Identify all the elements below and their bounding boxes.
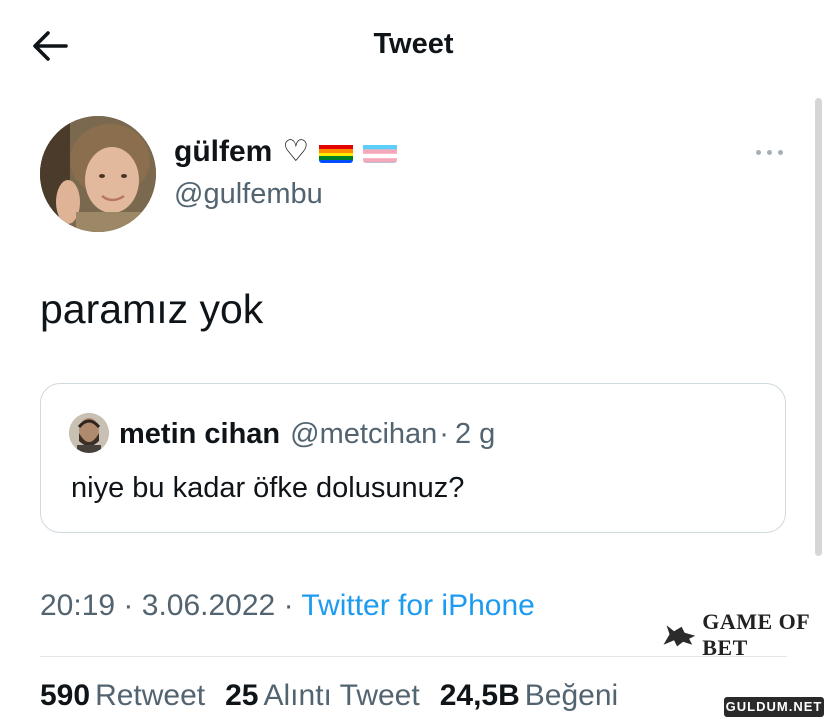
game-of-bet-watermark: GAME OF BET bbox=[662, 609, 822, 660]
source-separator: · bbox=[283, 589, 294, 622]
quoted-author-avatar[interactable] bbox=[69, 413, 109, 453]
quoted-meta-separator: · bbox=[439, 418, 449, 450]
tweet-time[interactable]: 20:19 bbox=[40, 589, 115, 622]
likes-label: Beğeni bbox=[524, 679, 619, 712]
guldum-watermark: GULDUM.NET bbox=[724, 697, 824, 717]
avatar-image bbox=[40, 116, 156, 232]
tweet-source-link[interactable]: Twitter for iPhone bbox=[301, 589, 534, 622]
quoted-avatar-image bbox=[69, 413, 109, 453]
author-handle[interactable]: @gulfembu bbox=[174, 178, 323, 211]
transgender-flag-icon bbox=[363, 141, 398, 163]
tweet-text: paramız yok bbox=[40, 286, 264, 332]
quoted-tweet-header: metin cihan @metcihan · 2 g bbox=[119, 418, 495, 451]
wolf-head-icon bbox=[663, 625, 696, 647]
retweets-stat[interactable]: 590 Retweet bbox=[40, 679, 205, 713]
likes-count: 24,5B bbox=[439, 679, 520, 712]
rainbow-flag-icon bbox=[319, 141, 354, 163]
more-options-button[interactable] bbox=[752, 140, 788, 164]
page-title: Tweet bbox=[373, 28, 454, 60]
tweet-timestamp: 20:19 · 3.06.2022 · Twitter for iPhone bbox=[40, 589, 535, 623]
quoted-author-name[interactable]: metin cihan bbox=[119, 418, 280, 451]
retweets-label: Retweet bbox=[95, 679, 206, 712]
quoted-tweet-text: niye bu kadar öfke dolusunuz? bbox=[71, 472, 465, 504]
author-name-text: gülfem bbox=[174, 134, 273, 168]
retweets-count: 590 bbox=[40, 679, 91, 712]
avatar[interactable] bbox=[40, 116, 156, 232]
scrollbar[interactable] bbox=[815, 98, 822, 556]
quote-tweets-stat[interactable]: 25 Alıntı Tweet bbox=[225, 679, 420, 713]
quote-tweets-label: Alıntı Tweet bbox=[263, 679, 420, 712]
author-display-name[interactable]: gülfem ♡ bbox=[174, 134, 398, 169]
likes-stat[interactable]: 24,5B Beğeni bbox=[440, 679, 618, 713]
quoted-author-handle[interactable]: @metcihan bbox=[290, 418, 437, 451]
tweet-stats: 590 Retweet 25 Alıntı Tweet 24,5B Beğeni bbox=[40, 679, 618, 713]
game-of-bet-text: GAME OF BET bbox=[702, 609, 810, 660]
timestamp-separator: · bbox=[123, 589, 134, 622]
tweet-date[interactable]: 3.06.2022 bbox=[142, 589, 275, 622]
quote-tweets-count: 25 bbox=[225, 679, 259, 712]
quoted-tweet-time[interactable]: 2 g bbox=[455, 418, 495, 451]
heart-icon: ♡ bbox=[282, 135, 310, 168]
divider bbox=[40, 656, 787, 657]
quoted-tweet-card[interactable] bbox=[40, 383, 786, 533]
